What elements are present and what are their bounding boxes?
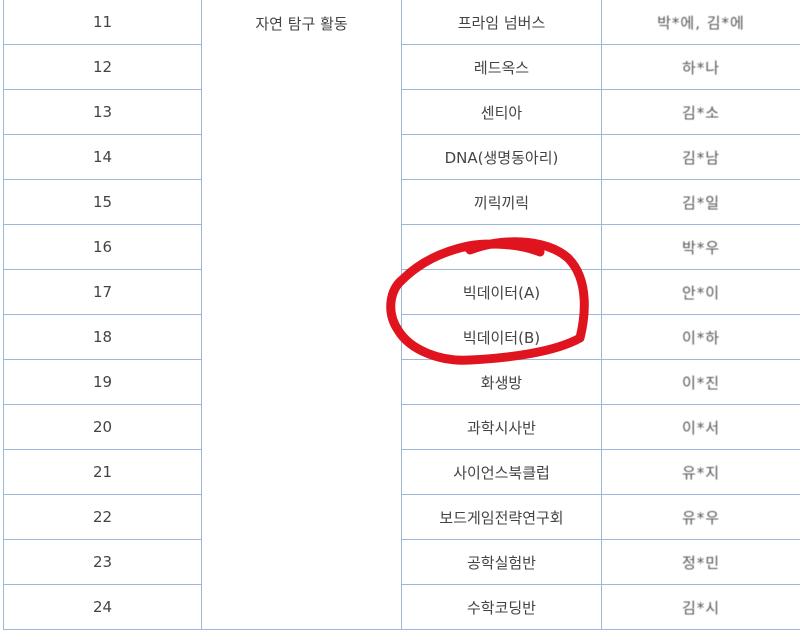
- club-name: 프라임 넘버스: [401, 0, 602, 45]
- table-row: 15 끼릭끼릭 김*일: [3, 179, 800, 225]
- advisor-name: 박*우: [681, 238, 721, 257]
- table-row: 19 화생방 이*진: [3, 359, 800, 405]
- advisor-cell: 정*민: [601, 539, 800, 585]
- club-name: 끼릭끼릭: [401, 179, 602, 225]
- row-number: 17: [3, 269, 202, 315]
- club-name: 레드옥스: [401, 44, 602, 90]
- advisor-cell: 안*이: [601, 269, 800, 315]
- club-name: 사이언스북클럽: [401, 449, 602, 495]
- row-number: 15: [3, 179, 202, 225]
- advisor-cell: 이*서: [601, 404, 800, 450]
- advisor-cell: 김*일: [601, 179, 800, 225]
- table-row: 16 박*우: [3, 224, 800, 270]
- row-number: 11: [3, 0, 202, 45]
- club-name: 과학시사반: [401, 404, 602, 450]
- club-name: 화생방: [401, 359, 602, 405]
- club-name: DNA(생명동아리): [401, 134, 602, 180]
- club-name: 수학코딩반: [401, 584, 602, 630]
- table-row: 21 사이언스북클럽 유*지: [3, 449, 800, 495]
- advisor-name: 이*서: [681, 418, 721, 437]
- table-row: 22 보드게임전략연구회 유*우: [3, 494, 800, 540]
- advisor-cell: 이*진: [601, 359, 800, 405]
- advisor-cell: 김*소: [601, 89, 800, 135]
- advisor-name: 정*민: [681, 553, 721, 572]
- advisor-cell: 박*에, 김*에: [601, 0, 800, 45]
- table-row: 11 자연 탐구 활동 프라임 넘버스 박*에, 김*에: [3, 0, 800, 630]
- row-number: 18: [3, 314, 202, 360]
- row-number: 22: [3, 494, 202, 540]
- table-row: 20 과학시사반 이*서: [3, 404, 800, 450]
- row-number: 23: [3, 539, 202, 585]
- advisor-name: 유*우: [681, 508, 721, 527]
- advisor-name: 김*소: [681, 103, 721, 122]
- table-row: 23 공학실험반 정*민: [3, 539, 800, 585]
- advisor-cell: 유*지: [601, 449, 800, 495]
- advisor-name: 이*진: [681, 373, 721, 392]
- table-row: 12 레드옥스 하*나: [3, 44, 800, 90]
- advisor-cell: 박*우: [601, 224, 800, 270]
- activity-category: 자연 탐구 활동: [201, 0, 402, 630]
- row-number: 20: [3, 404, 202, 450]
- row-number: 24: [3, 584, 202, 630]
- club-name: 공학실험반: [401, 539, 602, 585]
- advisor-cell: 하*나: [601, 44, 800, 90]
- table-row: 18 빅데이터(B) 이*하: [3, 314, 800, 360]
- advisor-name: 이*하: [681, 328, 721, 347]
- advisor-name: 하*나: [681, 58, 721, 77]
- advisor-name: 김*일: [681, 193, 721, 212]
- club-name: 빅데이터(B): [401, 314, 602, 360]
- advisor-cell: 유*우: [601, 494, 800, 540]
- advisor-name: 김*남: [681, 148, 721, 167]
- table-row: 17 빅데이터(A) 안*이: [3, 269, 800, 315]
- advisor-name: 안*이: [681, 283, 721, 302]
- table-row: 24 수학코딩반 김*시: [3, 584, 800, 630]
- club-list-table: 11 자연 탐구 활동 프라임 넘버스 박*에, 김*에 12 레드옥스 하*나…: [3, 0, 800, 630]
- row-number: 14: [3, 134, 202, 180]
- club-name: 보드게임전략연구회: [401, 494, 602, 540]
- club-name: 빅데이터(A): [401, 269, 602, 315]
- club-name: [401, 224, 602, 270]
- advisor-cell: 김*남: [601, 134, 800, 180]
- advisor-cell: 이*하: [601, 314, 800, 360]
- row-number: 21: [3, 449, 202, 495]
- row-number: 16: [3, 224, 202, 270]
- advisor-name: 유*지: [681, 463, 721, 482]
- row-number: 12: [3, 44, 202, 90]
- advisor-name: 박*에, 김*에: [657, 13, 745, 32]
- table-row: 14 DNA(생명동아리) 김*남: [3, 134, 800, 180]
- row-number: 19: [3, 359, 202, 405]
- advisor-cell: 김*시: [601, 584, 800, 630]
- advisor-name: 김*시: [681, 598, 721, 617]
- club-name: 센티아: [401, 89, 602, 135]
- row-number: 13: [3, 89, 202, 135]
- table-row: 13 센티아 김*소: [3, 89, 800, 135]
- club-table-body: 11 자연 탐구 활동 프라임 넘버스 박*에, 김*에 12 레드옥스 하*나…: [3, 0, 800, 630]
